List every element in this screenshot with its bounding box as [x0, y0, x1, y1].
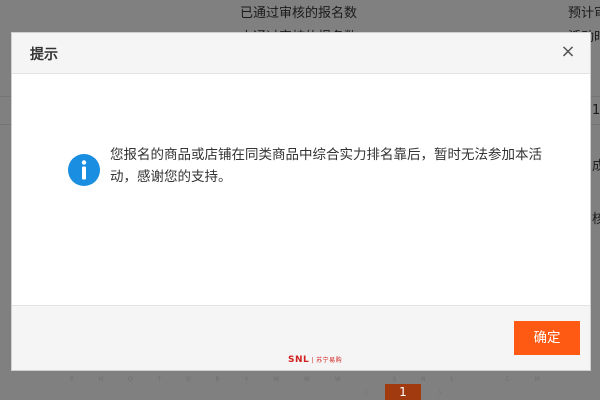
notice-dialog: 提示 × 您报名的商品或店铺在同类商品中综合实力排名靠后，暂时无法参加本活动，感… — [11, 32, 591, 371]
close-icon: × — [560, 41, 576, 62]
watermark-sub: | 苏宁易购 — [311, 357, 343, 364]
dialog-body: 您报名的商品或店铺在同类商品中综合实力排名靠后，暂时无法参加本活动，感谢您的支持… — [12, 74, 590, 307]
pager-prev-button[interactable]: ‹ — [352, 384, 380, 400]
dialog-header: 提示 × — [12, 33, 590, 74]
info-icon — [68, 154, 100, 186]
page: 已通过审核的报名数 预计审 未通过审核的报名数 活动时 19 成 核 P H O… — [0, 0, 600, 400]
photo-credit-watermark: P H O T O B Y W W W . S N L . C M — [70, 376, 540, 383]
dialog-footer: 确定 SNL | 苏宁易购 — [12, 305, 590, 370]
dialog-message: 您报名的商品或店铺在同类商品中综合实力排名靠后，暂时无法参加本活动，感谢您的支持… — [110, 147, 542, 185]
watermark-brand: SNL — [288, 355, 310, 365]
close-button[interactable]: × — [558, 41, 578, 63]
dialog-title: 提示 — [30, 47, 58, 63]
brand-watermark: SNL | 苏宁易购 — [288, 355, 342, 365]
pager-current-page[interactable]: 1 — [385, 384, 421, 400]
pager-next-button[interactable]: › — [426, 384, 454, 400]
confirm-button[interactable]: 确定 — [514, 321, 580, 355]
